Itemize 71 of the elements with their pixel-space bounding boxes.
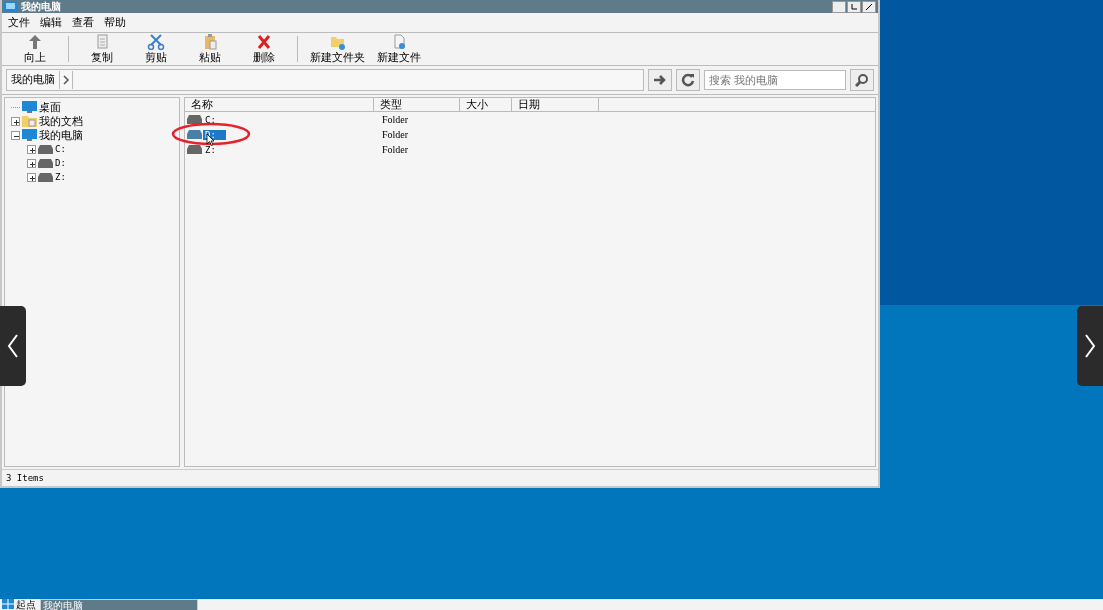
expand-toggle[interactable] <box>11 130 20 140</box>
scissors-icon <box>147 33 165 50</box>
table-cell-text: Folder <box>381 114 410 125</box>
start-button[interactable]: 起点 <box>0 599 38 610</box>
cross-icon <box>255 33 273 50</box>
tree-item[interactable]: C: <box>55 144 66 154</box>
search-icon <box>855 73 869 87</box>
toolbar-button[interactable]: 复制 <box>77 33 127 65</box>
tree-item[interactable]: Z: <box>55 172 66 182</box>
column-header[interactable]: 类型 <box>374 98 460 111</box>
drive-icon <box>187 115 202 124</box>
menu-item[interactable]: 编辑 <box>40 15 62 30</box>
address-field[interactable]: 我的电脑 <box>6 69 644 91</box>
search-field[interactable]: 搜索 我的电脑 <box>704 70 846 90</box>
column-header[interactable]: 日期 <box>512 98 599 111</box>
table-cell-text: Folder <box>381 144 410 155</box>
folder-icon <box>22 115 37 127</box>
plus-icon <box>28 159 35 169</box>
file-name[interactable]: Z: <box>203 144 218 155</box>
chevron-left-icon <box>7 333 19 359</box>
expand-toggle[interactable] <box>27 158 36 168</box>
expand-toggle[interactable] <box>27 144 36 154</box>
status-text: 3 Items <box>6 473 44 483</box>
table-cell-text: Folder <box>381 129 410 140</box>
expand-toggle[interactable] <box>11 116 20 126</box>
toolbar-button[interactable]: 向上 <box>10 33 60 65</box>
previous-button[interactable] <box>0 306 26 386</box>
plus-icon <box>12 117 19 127</box>
plus-icon <box>28 173 35 183</box>
menu-item[interactable]: 查看 <box>72 15 94 30</box>
toolbar-button[interactable]: 新建文件 <box>373 33 425 65</box>
drive-icon <box>38 172 53 182</box>
drive-icon <box>38 144 53 154</box>
menu-item[interactable]: 文件 <box>8 15 30 30</box>
tree-item[interactable]: 我的文档 <box>39 113 83 129</box>
drive-icon <box>187 145 202 154</box>
computer-icon <box>4 1 17 12</box>
toolbar-button[interactable]: 新建文件夹 <box>306 33 369 65</box>
close-button[interactable] <box>862 0 876 13</box>
tree-item[interactable]: 桌面 <box>39 99 61 115</box>
maximize-button[interactable] <box>847 0 861 13</box>
drive-icon <box>187 130 202 139</box>
corner-icon <box>850 2 858 11</box>
breadcrumb[interactable]: 我的电脑 <box>7 71 60 89</box>
search-button[interactable] <box>850 69 874 91</box>
tree-item[interactable]: D: <box>55 158 66 168</box>
toolbar-button[interactable]: 删除 <box>239 33 289 65</box>
drive-icon <box>38 158 53 168</box>
tree-item[interactable]: 我的电脑 <box>39 127 83 143</box>
expand-toggle[interactable] <box>27 172 36 182</box>
go-button[interactable] <box>648 69 672 91</box>
cursor-icon <box>206 133 215 146</box>
arrow-right-icon <box>653 74 667 86</box>
refresh-button[interactable] <box>676 69 700 91</box>
column-header[interactable]: 大小 <box>460 98 512 111</box>
toolbar-button[interactable]: 粘贴 <box>185 33 235 65</box>
chevron-right-icon <box>1084 333 1096 359</box>
plus-icon <box>28 145 35 155</box>
slash-icon <box>865 2 873 11</box>
monitor-icon <box>22 101 37 113</box>
toolbar-button[interactable]: 剪贴 <box>131 33 181 65</box>
next-button[interactable] <box>1077 306 1103 386</box>
menu-item[interactable]: 帮助 <box>104 15 126 30</box>
file-name[interactable]: C: <box>203 114 218 125</box>
minimize-button[interactable] <box>832 0 846 13</box>
chevron-right-icon[interactable] <box>60 71 73 89</box>
window-title: 我的电脑 <box>21 0 61 13</box>
column-header[interactable]: 名称 <box>185 98 374 111</box>
refresh-icon <box>681 73 695 87</box>
taskbar-item[interactable]: 我的电脑 <box>40 599 198 610</box>
monitor-icon <box>22 129 37 141</box>
